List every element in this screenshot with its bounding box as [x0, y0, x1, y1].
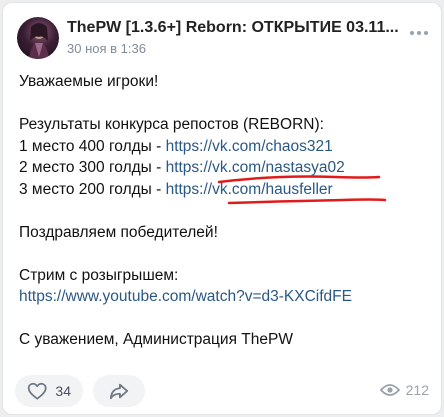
greeting-line: Уважаемые игроки!: [19, 73, 159, 90]
like-count: 34: [55, 383, 71, 399]
place-1-text: 1 место 400 голды -: [19, 137, 166, 155]
post-header: ThePW [1.3.6+] Reborn: ОТКРЫТИЕ 03.11...…: [17, 17, 429, 61]
avatar[interactable]: [17, 17, 59, 59]
views-counter: 212: [379, 382, 429, 398]
stream-label: Стрим с розыгрышем:: [19, 266, 179, 284]
place-3-line: 3 место 200 голды - https://vk.com/hausf…: [19, 179, 429, 201]
post-date[interactable]: 30 ноя в 1:36: [67, 41, 146, 56]
post-footer: 34 212: [15, 373, 431, 409]
place-2-link[interactable]: https://vk.com/nastasya02: [166, 159, 345, 176]
share-icon: [109, 383, 129, 400]
place-2-text: 2 место 300 голды -: [19, 159, 166, 176]
views-count: 212: [405, 382, 429, 398]
more-dots-icon[interactable]: [407, 21, 431, 45]
stream-link[interactable]: https://www.youtube.com/watch?v=d3-KXCif…: [19, 288, 352, 305]
place-2-line: 2 место 300 голды - https://vk.com/nasta…: [19, 157, 429, 179]
post-title[interactable]: ThePW [1.3.6+] Reborn: ОТКРЫТИЕ 03.11...: [67, 19, 429, 37]
results-heading: Результаты конкурса репостов (REBORN):: [19, 116, 324, 133]
post-body: Уважаемые игроки! Результаты конкурса ре…: [19, 71, 429, 351]
place-1-line: 1 место 400 голды - https://vk.com/chaos…: [19, 136, 429, 158]
place-1-link[interactable]: https://vk.com/chaos321: [166, 138, 333, 155]
like-button[interactable]: 34: [15, 375, 83, 407]
share-button[interactable]: [93, 375, 145, 407]
eye-icon: [379, 384, 400, 396]
place-3-text: 3 место 200 голды -: [19, 180, 166, 198]
congrats-line: Поздравляем победителей!: [19, 223, 218, 241]
place-3-link[interactable]: https://vk.com/hausfeller: [166, 181, 333, 198]
heart-icon: [27, 382, 47, 400]
signature-line: С уважением, Администрация ThePW: [19, 331, 293, 348]
post-card: ThePW [1.3.6+] Reborn: ОТКРЫТИЕ 03.11...…: [2, 2, 442, 415]
